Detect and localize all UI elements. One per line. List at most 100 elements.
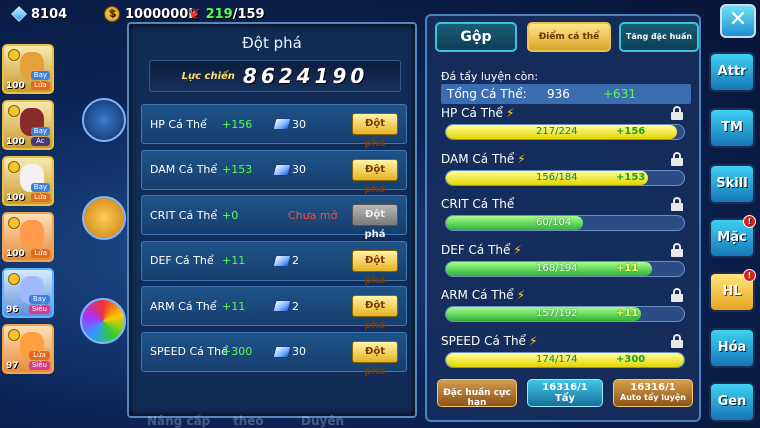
lock-icon[interactable] xyxy=(671,288,683,302)
wash-label: Tẩy xyxy=(554,393,576,404)
side-menu-tm[interactable]: TM xyxy=(709,108,755,148)
ticket-icon xyxy=(272,254,292,267)
type-tag: Siêu xyxy=(28,305,50,314)
stat-name: SPEED Cá Thể xyxy=(441,333,526,348)
breakthrough-row: HP Cá Thể +156 30 Đột phá xyxy=(141,104,407,149)
lock-icon[interactable] xyxy=(671,242,683,257)
breakthrough-row: ARM Cá Thể +11 2 Đột phá xyxy=(141,286,407,331)
cost-value: 30 xyxy=(292,163,306,176)
stat-bonus: +11 xyxy=(222,254,246,267)
stat-bonus: +300 xyxy=(616,353,646,365)
special-train-button[interactable]: Đặc huấn cực hạn xyxy=(437,379,517,408)
breakthrough-button[interactable]: Đột phá xyxy=(352,249,398,286)
coin-counter: $ 1000000k xyxy=(104,4,197,24)
bolt-icon: ⚡ xyxy=(517,151,526,166)
coin-icon: $ xyxy=(104,6,120,22)
stat-bar-row: DAM Cá Thể ⚡ 156/184 +153 xyxy=(441,151,691,186)
wash-button[interactable]: 16316/1 Tẩy xyxy=(527,379,603,407)
lock-icon[interactable] xyxy=(671,333,683,348)
coin-value: 1000000k xyxy=(125,6,197,22)
stat-name: DEF Cá Thể xyxy=(441,242,511,257)
stat-value: 168/194 xyxy=(536,262,578,274)
lock-icon[interactable] xyxy=(671,151,683,166)
stat-bar-row: ARM Cá Thể ⚡ 157/192 +11 xyxy=(441,288,691,322)
stat-value: 156/184 xyxy=(536,171,578,183)
stat-progress-bar: 156/184 +153 xyxy=(445,169,685,186)
wash-count: 16316/1 xyxy=(542,382,588,393)
ghost-label: Duyên xyxy=(301,414,345,428)
cost: 2 xyxy=(272,254,299,267)
side-menu-attr[interactable]: Attr xyxy=(709,52,755,92)
stat-bar-row: CRIT Cá Thể 60/104 xyxy=(441,197,691,231)
stat-name: ARM Cá Thể xyxy=(150,299,217,313)
gem-icon xyxy=(11,6,27,22)
ticket-icon xyxy=(272,118,292,130)
element-wheel-icon xyxy=(80,298,126,344)
type-tag: Ác xyxy=(30,137,50,146)
side-menu-label: Gen xyxy=(717,394,747,409)
stat-bar-row: DEF Cá Thể ⚡ 168/194 +11 xyxy=(441,242,691,277)
breakthrough-row: CRIT Cá Thể +0 Chưa mở Đột phá xyxy=(141,195,407,240)
breakthrough-button[interactable]: Đột phá xyxy=(352,204,398,240)
breakthrough-row: SPEED Cá Thể +300 30 Đột phá xyxy=(141,331,407,377)
lock-icon[interactable] xyxy=(671,106,683,120)
tab-individual-points[interactable]: Điểm cá thể xyxy=(527,22,611,52)
type-tag: Lửa xyxy=(31,249,50,258)
pokemon-level: 96 xyxy=(6,305,19,315)
stat-progress-bar: 157/192 +11 xyxy=(445,306,685,322)
stat-name: SPEED Cá Thể xyxy=(150,345,228,358)
pokemon-card[interactable]: 100 Bay Ác xyxy=(2,100,54,150)
side-menu-hóa[interactable]: Hóa xyxy=(709,328,755,368)
total-bonus: +631 xyxy=(603,87,636,101)
lock-icon[interactable] xyxy=(671,197,683,211)
stat-bonus: +11 xyxy=(616,262,639,274)
breakthrough-button[interactable]: Đột phá xyxy=(352,295,398,331)
side-menu-label: HL xyxy=(722,284,742,299)
pokemon-card[interactable]: 96 Bay Siêu xyxy=(2,268,54,318)
breakthrough-button[interactable]: Đột phá xyxy=(352,340,398,377)
auto-wash-count: 16316/1 xyxy=(630,382,676,393)
pokemon-level: 97 xyxy=(6,361,19,371)
panel-title: Đột phá xyxy=(242,34,302,52)
gem-counter: 8104 xyxy=(11,4,68,24)
breakthrough-button[interactable]: Đột phá xyxy=(352,113,398,149)
locked-status: Chưa mở xyxy=(288,208,338,222)
breakthrough-button[interactable]: Đột phá xyxy=(352,158,398,195)
side-menu-skill[interactable]: Skill xyxy=(709,164,755,204)
ghost-label: Nâng cấp xyxy=(147,414,211,428)
pokemon-card[interactable]: 100 Lửa xyxy=(2,212,54,262)
stat-value: 60/104 xyxy=(536,217,572,228)
pokemon-level: 100 xyxy=(6,249,25,259)
bolt-icon: ⚡ xyxy=(513,242,522,257)
tab-special-training[interactable]: Tăng đặc huấn xyxy=(619,22,699,52)
stat-name: DAM Cá Thể xyxy=(441,151,515,166)
rank-icon xyxy=(8,49,20,61)
pokemon-roster: 100 Bay Lửa 100 Bay Ác 100 Bay Lửa 100 Lửa … xyxy=(2,44,62,380)
stamina-counter: ❦ 219 /159 xyxy=(188,4,265,24)
stat-bonus: +153 xyxy=(222,163,253,176)
total-label: Tổng Cá Thể: xyxy=(447,87,527,101)
close-button[interactable]: ✕ xyxy=(720,4,756,38)
side-menu-gen[interactable]: Gen xyxy=(709,382,755,422)
alert-badge-icon: ! xyxy=(743,269,756,282)
stat-name: DAM Cá Thể xyxy=(150,163,218,176)
combat-power-value: 8624190 xyxy=(242,64,369,88)
side-menu-label: TM xyxy=(721,120,743,135)
cost-value: 30 xyxy=(292,345,306,358)
ticket-icon xyxy=(272,163,292,176)
bolt-icon: ⚡ xyxy=(505,106,515,120)
tab-merge[interactable]: Gộp xyxy=(435,22,517,52)
breakthrough-row: DAM Cá Thể +153 30 Đột phá xyxy=(141,149,407,195)
side-menu-mặc[interactable]: Mặc! xyxy=(709,215,756,258)
stat-progress-bar: 217/224 +156 xyxy=(445,124,685,140)
claw-skill-icon xyxy=(82,98,126,142)
stat-name: ARM Cá Thể xyxy=(441,288,514,302)
pokemon-card[interactable]: 100 Bay Lửa xyxy=(2,156,54,206)
auto-wash-button[interactable]: 16316/1 Auto tẩy luyện xyxy=(613,379,693,407)
pokemon-card[interactable]: 100 Bay Lửa xyxy=(2,44,54,94)
stat-name: CRIT Cá Thể xyxy=(150,208,218,222)
pokemon-card[interactable]: 97 Lửa Siêu xyxy=(2,324,54,374)
stat-value: 217/224 xyxy=(536,126,578,137)
gem-value: 8104 xyxy=(31,6,68,22)
side-menu-hl[interactable]: HL! xyxy=(709,269,756,312)
